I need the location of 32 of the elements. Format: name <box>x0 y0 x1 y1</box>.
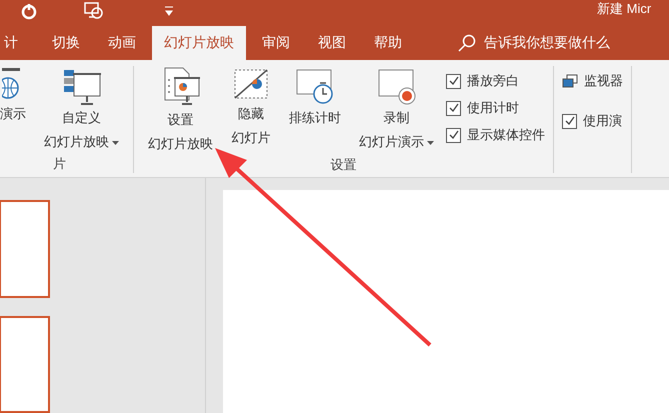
ribbon-tab[interactable]: 计 <box>0 26 30 60</box>
tell-me-search[interactable]: 告诉我你想要做什么 <box>458 26 610 60</box>
ribbon-tab[interactable]: 切换 <box>40 26 92 60</box>
ribbon-button[interactable]: 设置 幻灯片放映 <box>142 66 219 156</box>
checkbox[interactable] <box>446 74 461 88</box>
ribbon-button[interactable]: 演示 <box>0 66 32 150</box>
group-label: 设置 <box>330 156 358 174</box>
checkbox[interactable] <box>446 128 461 142</box>
ribbon-tab[interactable]: 视图 <box>306 26 358 60</box>
checkbox[interactable] <box>562 114 577 128</box>
presenter-screen-icon[interactable] <box>84 2 104 20</box>
ribbon-button[interactable]: 录制 幻灯片演示 <box>353 66 440 154</box>
window-title: 新建 Micr <box>597 0 652 18</box>
ribbon-button[interactable]: 自定义 幻灯片放映 <box>38 66 125 154</box>
checkbox[interactable] <box>446 100 461 116</box>
checkbox-label: 播放旁白 <box>467 72 519 90</box>
slide-thumbnail[interactable] <box>0 316 50 413</box>
ribbon-button[interactable]: 排练计时 <box>283 66 347 154</box>
checkbox-label: 使用演 <box>583 112 622 130</box>
ribbon-tab[interactable]: 幻灯片放映 <box>152 26 246 60</box>
dropdown-icon[interactable] <box>164 6 174 16</box>
ribbon-button[interactable]: 监视器 <box>562 70 623 92</box>
ribbon-button[interactable]: 隐藏 幻灯片 <box>225 66 277 150</box>
ribbon-tab[interactable]: 帮助 <box>362 26 414 60</box>
search-icon <box>458 34 476 52</box>
checkbox-label: 显示媒体控件 <box>467 126 545 144</box>
ribbon-tab[interactable]: 动画 <box>96 26 148 60</box>
slide-thumbnail[interactable] <box>0 200 50 298</box>
monitors-icon <box>562 74 578 88</box>
ribbon-tab[interactable]: 审阅 <box>250 26 302 60</box>
checkbox-label: 使用计时 <box>467 99 519 117</box>
group-label: 片 <box>52 155 67 173</box>
